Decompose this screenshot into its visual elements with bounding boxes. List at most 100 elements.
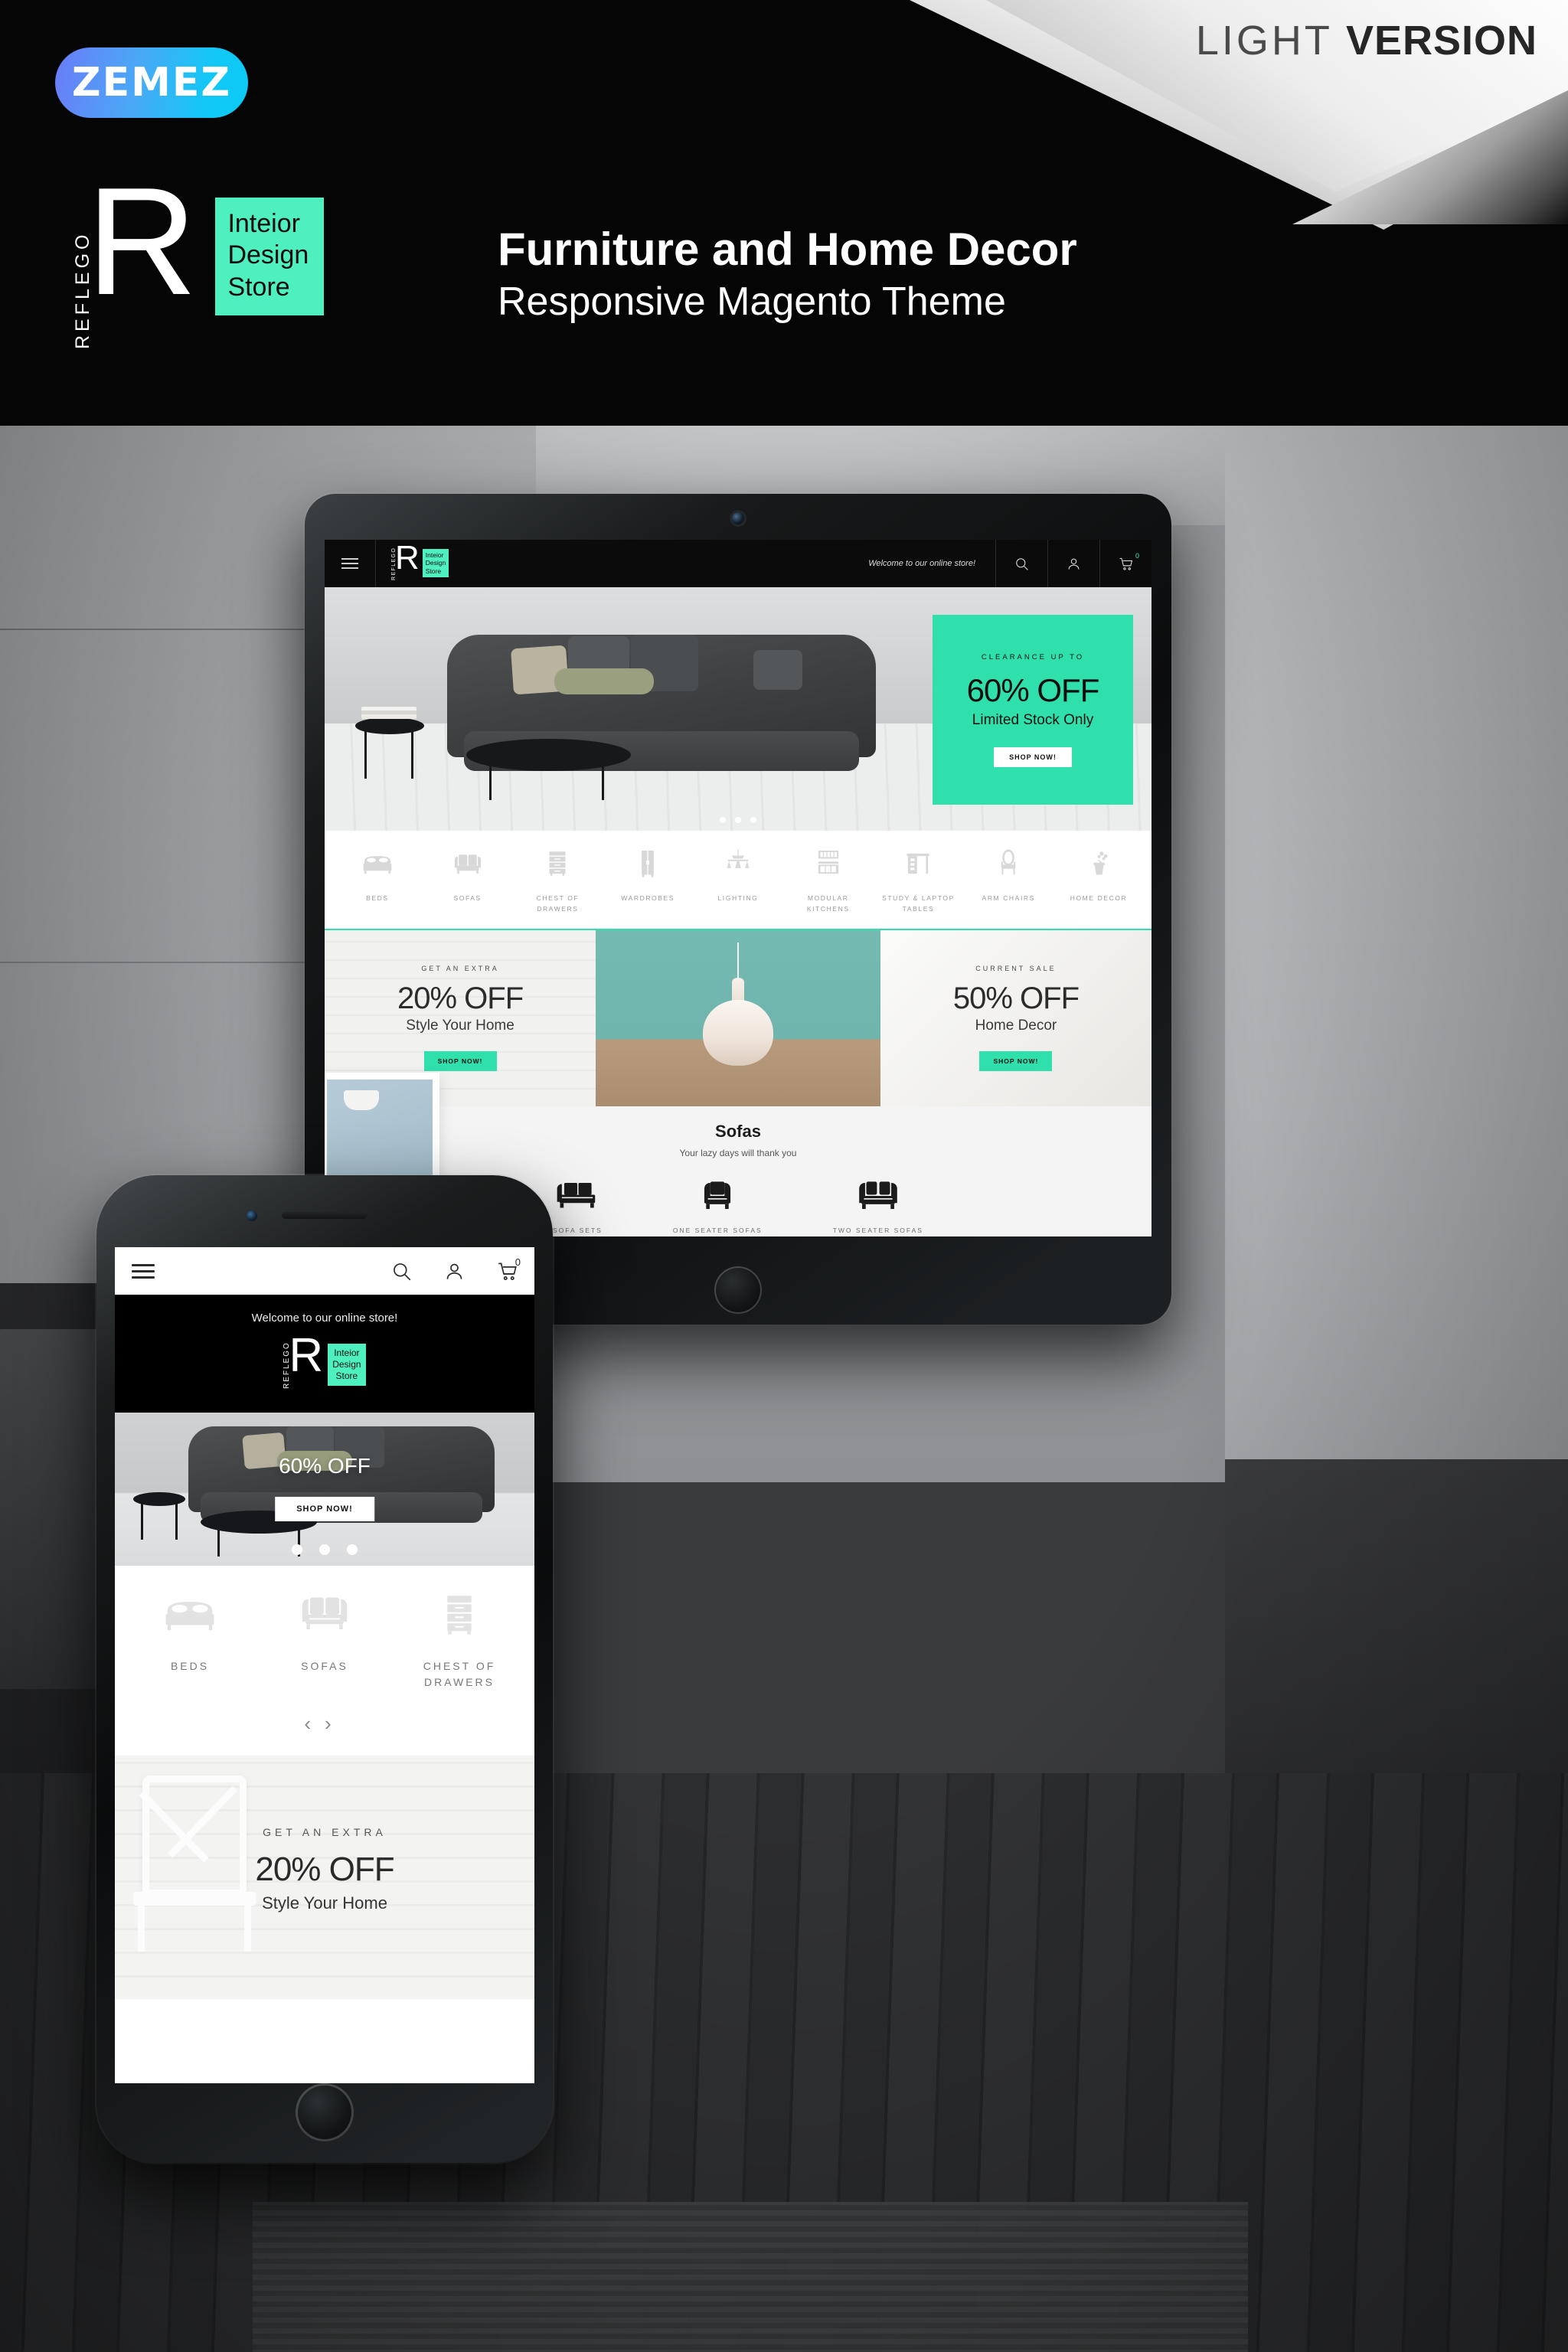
brand-tag-line-2: Design bbox=[227, 240, 309, 270]
logo-tag-line-1: Inteior bbox=[425, 550, 444, 559]
brand-tagline: Inteior Design Store bbox=[215, 198, 325, 316]
logo-mark: R bbox=[395, 540, 420, 577]
desk-icon bbox=[907, 853, 929, 874]
category-item-beds[interactable]: BEDS bbox=[335, 848, 420, 903]
one-seater-icon bbox=[704, 1181, 731, 1209]
sofa-set-icon bbox=[557, 1182, 596, 1208]
sofa-icon bbox=[454, 854, 481, 874]
hero-books bbox=[361, 707, 416, 719]
category-item-lighting[interactable]: LIGHTING bbox=[696, 848, 780, 903]
welcome-message: Welcome to our online store! bbox=[251, 1312, 398, 1325]
poster-title-block: Furniture and Home Decor Responsive Mage… bbox=[498, 224, 1077, 326]
hero-pillow bbox=[554, 668, 654, 694]
hero-shop-now-button[interactable]: SHOP NOW! bbox=[994, 746, 1072, 767]
slider-dot[interactable] bbox=[347, 1544, 358, 1555]
tablet-home-button[interactable] bbox=[714, 1266, 762, 1314]
banner-headline: 20% OFF bbox=[397, 982, 524, 1016]
carousel-next-button[interactable]: › bbox=[325, 1712, 345, 1735]
logo-tag-line-3: Store bbox=[425, 567, 442, 575]
banner-subhead: Style Your Home bbox=[262, 1893, 387, 1913]
logo-tag-line-1: Inteior bbox=[334, 1348, 360, 1358]
slider-dot[interactable] bbox=[319, 1544, 330, 1555]
phone-category-bar: BEDS SOFAS CHEST OF DRAWERS bbox=[115, 1566, 534, 1698]
plant-icon bbox=[1093, 851, 1108, 875]
brand-tag-line-1: Inteior bbox=[227, 209, 300, 238]
section-title: Sofas bbox=[715, 1121, 761, 1141]
phone-brand-block: Welcome to our online store! REFLEGO R I… bbox=[115, 1295, 534, 1413]
brand-tag-line-3: Store bbox=[227, 272, 290, 302]
user-icon[interactable] bbox=[444, 1261, 465, 1282]
category-item-study-laptop-tables[interactable]: STUDY & LAPTOP TABLES bbox=[876, 848, 960, 915]
chandelier-icon bbox=[727, 849, 750, 868]
banner-shop-now-button[interactable]: SHOP NOW! bbox=[423, 1051, 497, 1072]
search-icon[interactable] bbox=[391, 1261, 412, 1282]
category-item-sofas[interactable]: SOFAS bbox=[267, 1592, 382, 1690]
sofa-item-one-seater-sofas[interactable]: ONE SEATER SOFAS bbox=[673, 1178, 763, 1234]
phone-speaker bbox=[282, 1212, 368, 1219]
search-icon bbox=[1016, 557, 1028, 570]
hero-promo-panel: CLEARANCE UP TO 60% OFF Limited Stock On… bbox=[933, 615, 1133, 805]
banner-subhead: Style Your Home bbox=[406, 1018, 514, 1034]
category-label: BEDS bbox=[366, 894, 389, 902]
carousel-prev-button[interactable]: ‹ bbox=[304, 1712, 325, 1735]
category-item-modular-kitchens[interactable]: MODULAR KITCHENS bbox=[786, 848, 871, 915]
category-label: LIGHTING bbox=[717, 894, 759, 902]
phone-carousel-controls: ‹› bbox=[115, 1698, 534, 1756]
slider-dot[interactable] bbox=[292, 1544, 302, 1555]
slider-dot[interactable] bbox=[720, 817, 726, 823]
phone-hero-slider[interactable]: 60% OFF SHOP NOW! bbox=[115, 1413, 534, 1566]
category-item-chest-of-drawers[interactable]: CHEST OF DRAWERS bbox=[515, 848, 599, 915]
armchair-icon bbox=[1001, 849, 1016, 875]
hero-side-table bbox=[355, 717, 424, 734]
category-item-beds[interactable]: BEDS bbox=[132, 1592, 247, 1690]
logo-tagline: Inteior Design Store bbox=[328, 1344, 366, 1386]
site-logo[interactable]: REFLEGO R Inteior Design Store bbox=[391, 540, 449, 580]
account-button[interactable] bbox=[1047, 540, 1099, 587]
logo-tag-line-2: Design bbox=[332, 1359, 361, 1370]
cart-button[interactable]: 0 bbox=[1099, 540, 1152, 587]
logo-mark: R bbox=[289, 1329, 324, 1382]
category-label: SOFAS bbox=[453, 894, 482, 902]
hero-subhead: Limited Stock Only bbox=[972, 711, 1094, 728]
category-item-home-decor[interactable]: HOME DECOR bbox=[1057, 848, 1141, 903]
slider-dot[interactable] bbox=[750, 817, 756, 823]
banner-kicker: CURRENT SALE bbox=[975, 965, 1057, 973]
banner-shop-now-button[interactable]: SHOP NOW! bbox=[979, 1051, 1053, 1072]
search-button[interactable] bbox=[995, 540, 1047, 587]
category-item-arm-chairs[interactable]: ARM CHAIRS bbox=[966, 848, 1050, 903]
hero-headline: 60% OFF bbox=[279, 1454, 371, 1478]
slider-dot[interactable] bbox=[735, 817, 741, 823]
category-label: ARM CHAIRS bbox=[982, 894, 1035, 902]
hero-side-table bbox=[133, 1492, 185, 1506]
category-item-chest-of-drawers[interactable]: CHEST OF DRAWERS bbox=[402, 1592, 517, 1690]
category-item-sofas[interactable]: SOFAS bbox=[426, 848, 510, 903]
phone-home-button[interactable] bbox=[296, 2083, 354, 2141]
sofa-item-two-seater-sofas[interactable]: TWO SEATER SOFAS bbox=[833, 1178, 923, 1234]
zemez-logo[interactable]: ZEMEZ bbox=[55, 47, 248, 118]
brand-mark: R bbox=[87, 156, 198, 327]
hero-slider-dots[interactable] bbox=[720, 817, 756, 823]
sofa-item-sofa-sets[interactable]: SOFA SETS bbox=[553, 1178, 603, 1234]
hamburger-icon[interactable] bbox=[341, 555, 358, 572]
brand-vertical-text: REFLEGO bbox=[72, 230, 93, 349]
hero-side-table-legs bbox=[364, 730, 413, 779]
version-label: LIGHT VERSION bbox=[1196, 17, 1537, 64]
category-item-wardrobes[interactable]: WARDROBES bbox=[606, 848, 690, 903]
promo-banner-image bbox=[596, 929, 880, 1106]
hamburger-icon[interactable] bbox=[132, 1260, 155, 1282]
phone-bottom-banner[interactable]: GET AN EXTRA 20% OFF Style Your Home bbox=[115, 1756, 534, 1999]
promo-banner-right[interactable]: CURRENT SALE 50% OFF Home Decor SHOP NOW… bbox=[880, 929, 1152, 1106]
category-label: SOFAS bbox=[301, 1660, 348, 1672]
two-seater-icon bbox=[859, 1181, 897, 1209]
welcome-message: Welcome to our online store! bbox=[868, 559, 975, 568]
site-logo[interactable]: REFLEGO R Inteior Design Store bbox=[283, 1329, 366, 1389]
tablet-hero-slider[interactable]: CLEARANCE UP TO 60% OFF Limited Stock On… bbox=[325, 587, 1152, 831]
phone-site-header: 0 bbox=[115, 1247, 534, 1295]
hero-side-table-legs bbox=[141, 1503, 178, 1540]
page-subtitle: Responsive Magento Theme bbox=[498, 279, 1006, 325]
header-divider bbox=[375, 540, 376, 587]
version-label-light: LIGHT bbox=[1195, 18, 1333, 64]
vase-image bbox=[702, 999, 773, 1066]
hero-slider-dots[interactable] bbox=[292, 1544, 358, 1555]
hero-shop-now-button[interactable]: SHOP NOW! bbox=[275, 1497, 374, 1521]
